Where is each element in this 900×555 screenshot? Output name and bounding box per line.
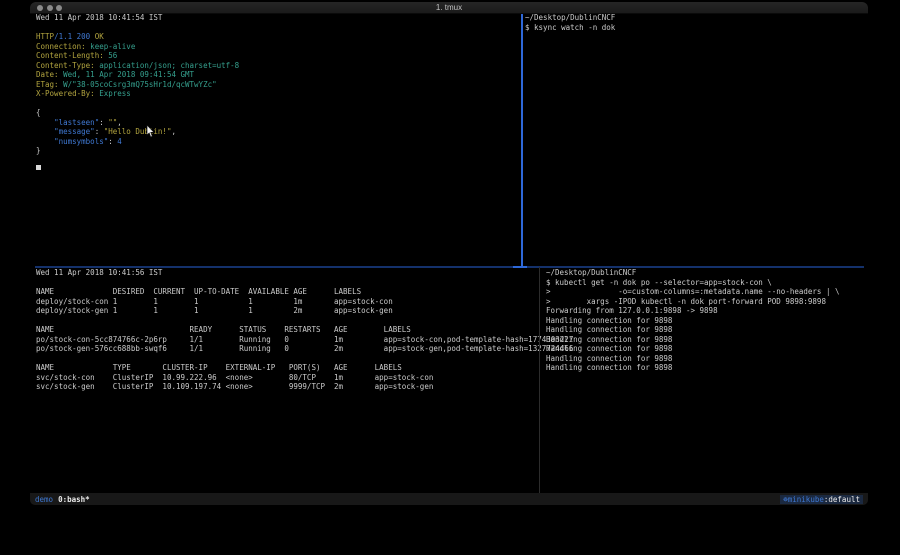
terminal-line: Handling connection for 9898 bbox=[546, 344, 866, 354]
terminal-line: Wed 11 Apr 2018 10:41:54 IST bbox=[36, 13, 520, 23]
kube-context-segment: ☸ minikube :default bbox=[780, 495, 863, 504]
terminal-line: NAME TYPE CLUSTER-IP EXTERNAL-IP PORT(S)… bbox=[36, 363, 538, 373]
terminal-line: NAME DESIRED CURRENT UP-TO-DATE AVAILABL… bbox=[36, 287, 538, 297]
terminal-line: "numsymbols": 4 bbox=[36, 137, 520, 147]
terminal-line: $ ksync watch -n dok bbox=[525, 23, 865, 33]
terminal-line: po/stock-con-5cc874766c-2p6rp 1/1 Runnin… bbox=[36, 335, 538, 345]
terminal-line: Date: Wed, 11 Apr 2018 09:41:54 GMT bbox=[36, 70, 520, 80]
terminal-line: Wed 11 Apr 2018 10:41:56 IST bbox=[36, 268, 538, 278]
terminal-line: Handling connection for 9898 bbox=[546, 335, 866, 345]
pane-top-right-ksync[interactable]: ~/Desktop/DublinCNCF$ ksync watch -n dok bbox=[525, 13, 865, 266]
terminal-line: > -o=custom-columns=:metadata.name --no-… bbox=[546, 287, 866, 297]
terminal-line: "lastseen": "", bbox=[36, 118, 520, 128]
terminal-window: 1. tmux Wed 11 Apr 2018 10:41:54 IST HTT… bbox=[30, 2, 868, 505]
terminal-line: ~/Desktop/DublinCNCF bbox=[525, 13, 865, 23]
terminal-line bbox=[36, 316, 538, 326]
pane-divider-junction bbox=[513, 266, 527, 268]
terminal-line: $ kubectl get -n dok po --selector=app=s… bbox=[546, 278, 866, 288]
terminal-line: ~/Desktop/DublinCNCF bbox=[546, 268, 866, 278]
terminal-line: Content-Type: application/json; charset=… bbox=[36, 61, 520, 71]
terminal-line: Forwarding from 127.0.0.1:9898 -> 9898 bbox=[546, 306, 866, 316]
mouse-pointer-icon bbox=[146, 125, 155, 138]
desktop-background: 1. tmux Wed 11 Apr 2018 10:41:54 IST HTT… bbox=[0, 0, 900, 555]
pane-bottom-right-port-forward[interactable]: ~/Desktop/DublinCNCF$ kubectl get -n dok… bbox=[546, 268, 866, 492]
terminal-line: > xargs -IPOD kubectl -n dok port-forwar… bbox=[546, 297, 866, 307]
terminal-line: "message": "Hello Dublin!", bbox=[36, 127, 520, 137]
terminal-line: Handling connection for 9898 bbox=[546, 363, 866, 373]
terminal-line: Content-Length: 56 bbox=[36, 51, 520, 61]
terminal-line: } bbox=[36, 146, 520, 156]
terminal-line bbox=[36, 23, 520, 33]
pane-divider-horizontal[interactable] bbox=[35, 266, 864, 268]
terminal-line: po/stock-gen-576cc688bb-swqf6 1/1 Runnin… bbox=[36, 344, 538, 354]
terminal-line: Handling connection for 9898 bbox=[546, 354, 866, 364]
window-title: 1. tmux bbox=[30, 3, 868, 12]
kube-context-label: minikube bbox=[788, 495, 824, 504]
terminal-line bbox=[36, 278, 538, 288]
terminal-line: svc/stock-con ClusterIP 10.99.222.96 <no… bbox=[36, 373, 538, 383]
pane-divider-vertical-bottom[interactable] bbox=[539, 267, 540, 493]
terminal-line: deploy/stock-con 1 1 1 1 1m app=stock-co… bbox=[36, 297, 538, 307]
terminal-line: NAME READY STATUS RESTARTS AGE LABELS bbox=[36, 325, 538, 335]
pane-divider-vertical-top[interactable] bbox=[521, 14, 523, 267]
terminal-line: { bbox=[36, 108, 520, 118]
tmux-active-window[interactable]: 0:bash* bbox=[58, 495, 90, 504]
terminal-line: HTTP/1.1 200 OK bbox=[36, 32, 520, 42]
tmux-session-name[interactable]: demo bbox=[35, 495, 53, 504]
kube-namespace-label: :default bbox=[824, 495, 860, 504]
terminal-line bbox=[36, 156, 520, 166]
terminal-line: Handling connection for 9898 bbox=[546, 325, 866, 335]
terminal-line bbox=[36, 99, 520, 109]
tmux-status-bar: demo 0:bash* ☸ minikube :default bbox=[30, 493, 868, 505]
terminal-line bbox=[36, 165, 520, 175]
terminal-line bbox=[36, 354, 538, 364]
pane-bottom-left-kubectl-get[interactable]: Wed 11 Apr 2018 10:41:56 IST NAME DESIRE… bbox=[36, 268, 538, 492]
terminal-line: svc/stock-gen ClusterIP 10.109.197.74 <n… bbox=[36, 382, 538, 392]
terminal-line: deploy/stock-gen 1 1 1 1 2m app=stock-ge… bbox=[36, 306, 538, 316]
terminal-line: Handling connection for 9898 bbox=[546, 316, 866, 326]
terminal-line: ETag: W/"38-05coCsrg3mQ75sHr1d/qcWTwYZc" bbox=[36, 80, 520, 90]
terminal-line: X-Powered-By: Express bbox=[36, 89, 520, 99]
pane-top-left-http-output[interactable]: Wed 11 Apr 2018 10:41:54 IST HTTP/1.1 20… bbox=[36, 13, 520, 266]
terminal-line: Connection: keep-alive bbox=[36, 42, 520, 52]
